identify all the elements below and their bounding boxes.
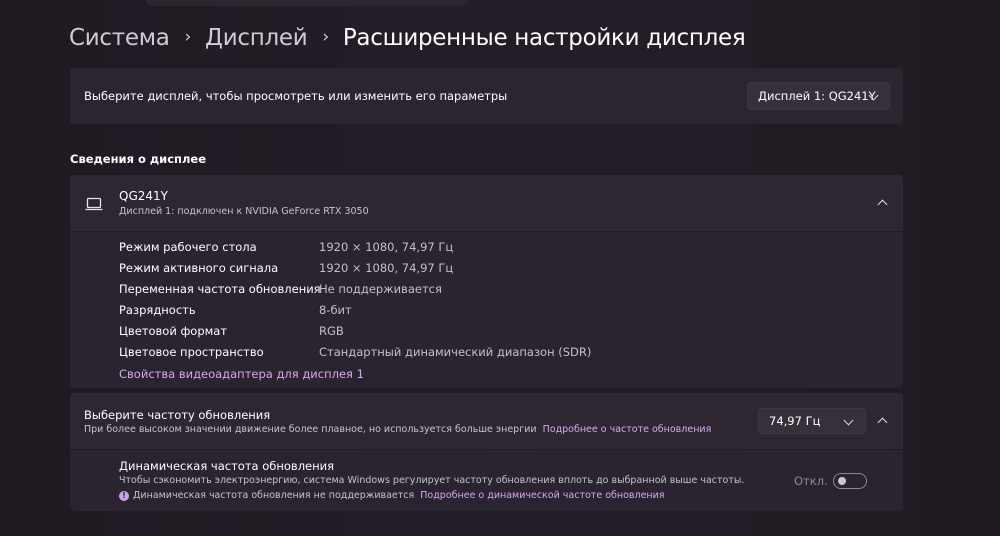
chevron-up-icon[interactable] xyxy=(877,199,888,210)
display-select-label: Выберите дисплей, чтобы просмотреть или … xyxy=(84,89,508,103)
breadcrumb-display[interactable]: Дисплей xyxy=(205,25,308,51)
breadcrumb-system[interactable]: Система xyxy=(69,25,170,51)
chevron-down-icon xyxy=(843,415,854,426)
refresh-rate-dropdown-value: 74,97 Гц xyxy=(769,414,821,428)
info-row-value: 8-бит xyxy=(319,303,352,317)
toggle-knob xyxy=(838,477,846,485)
refresh-rate-more-link[interactable]: Подробнее о частоте обновления xyxy=(543,424,712,435)
breadcrumb: Система › Дисплей › Расширенные настройк… xyxy=(69,22,746,54)
refresh-rate-card: Выберите частоту обновления При более вы… xyxy=(70,393,903,449)
info-row-key: Переменная частота обновления xyxy=(119,282,321,296)
info-row-value: 1920 × 1080, 74,97 Гц xyxy=(319,261,454,275)
refresh-rate-title: Выберите частоту обновления xyxy=(84,408,271,422)
display-info-card: QG241Y Дисплей 1: подключен к NVIDIA GeF… xyxy=(70,175,903,388)
display-select-card: Выберите дисплей, чтобы просмотреть или … xyxy=(70,68,903,124)
info-icon: ! xyxy=(119,491,129,501)
refresh-rate-description-text: При более высоком значении движение боле… xyxy=(84,424,537,435)
toggle-state-label: Откл. xyxy=(794,474,828,488)
info-row-value: 1920 × 1080, 74,97 Гц xyxy=(319,240,454,254)
display-dropdown-value: Дисплей 1: QG241Y xyxy=(758,89,876,103)
refresh-rate-dropdown[interactable]: 74,97 Гц xyxy=(758,408,866,434)
info-row-key: Цветовое пространство xyxy=(119,345,264,359)
laptop-icon xyxy=(85,196,103,215)
info-row-key: Режим активного сигнала xyxy=(119,261,279,275)
chevron-up-icon[interactable] xyxy=(877,417,888,428)
info-row-key: Цветовой формат xyxy=(119,324,228,338)
info-row-value: Не поддерживается xyxy=(319,282,442,296)
top-search-bar[interactable] xyxy=(146,0,468,6)
display-info-details: Режим рабочего стола 1920 × 1080, 74,97 … xyxy=(70,232,903,388)
dynamic-refresh-warning-text: Динамическая частота обновления не подде… xyxy=(133,490,415,501)
display-info-header[interactable]: QG241Y Дисплей 1: подключен к NVIDIA GeF… xyxy=(70,175,903,232)
dynamic-refresh-title: Динамическая частота обновления xyxy=(119,459,335,473)
dynamic-refresh-warning: Динамическая частота обновления не подде… xyxy=(133,490,665,501)
display-name: QG241Y xyxy=(119,189,168,203)
breadcrumb-separator: › xyxy=(322,27,329,47)
dynamic-refresh-more-link[interactable]: Подробнее о динамической частоте обновле… xyxy=(420,490,664,501)
dynamic-refresh-toggle[interactable] xyxy=(833,473,867,489)
display-dropdown[interactable]: Дисплей 1: QG241Y xyxy=(747,82,890,110)
dynamic-refresh-description: Чтобы сэкономить электроэнергию, система… xyxy=(119,475,745,486)
display-subtitle: Дисплей 1: подключен к NVIDIA GeForce RT… xyxy=(119,206,369,217)
breadcrumb-separator: › xyxy=(184,27,192,47)
info-row-value: RGB xyxy=(319,324,344,338)
refresh-rate-description: При более высоком значении движение боле… xyxy=(84,424,711,435)
info-row-key: Режим рабочего стола xyxy=(119,240,257,254)
dynamic-refresh-card: Динамическая частота обновления Чтобы сэ… xyxy=(70,450,903,511)
page-title: Расширенные настройки дисплея xyxy=(342,25,746,51)
adapter-properties-link[interactable]: Свойства видеоадаптера для дисплея 1 xyxy=(119,367,364,381)
info-row-key: Разрядность xyxy=(119,303,196,317)
info-row-value: Стандартный динамический диапазон (SDR) xyxy=(319,345,592,359)
display-info-section-title: Сведения о дисплее xyxy=(70,152,207,166)
